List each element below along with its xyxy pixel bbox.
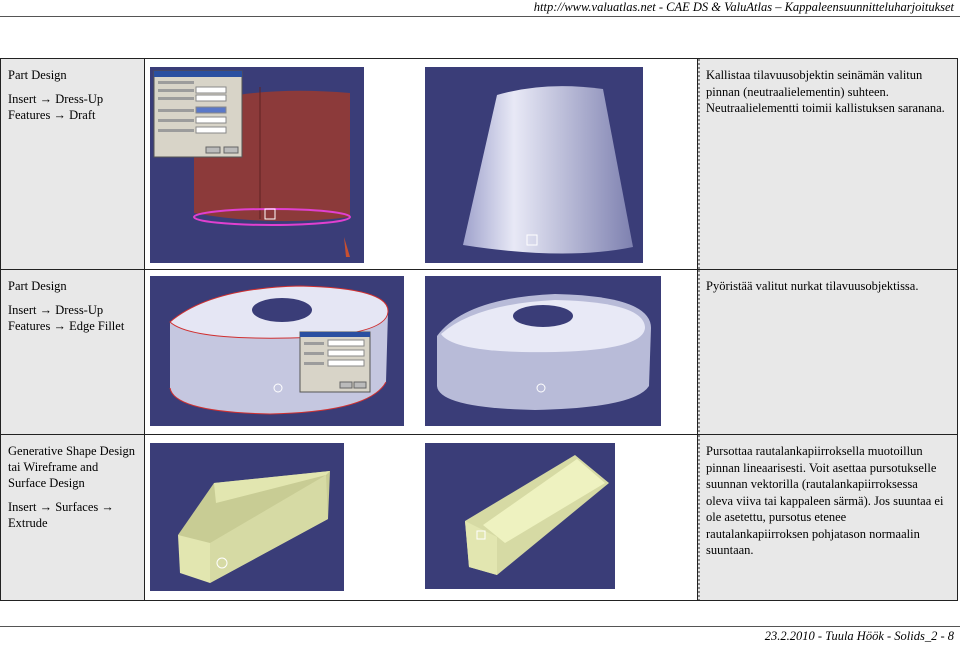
menu-path: Insert → Dress-Up Features → Edge Fillet bbox=[8, 303, 125, 333]
description-text: Pyöristää valitut nurkat tilavuusobjekti… bbox=[706, 279, 919, 293]
cell-images bbox=[144, 58, 698, 270]
table-row-fillet: Part Design Insert → Dress-Up Features →… bbox=[0, 269, 958, 435]
extrude-open-image bbox=[150, 443, 344, 591]
cell-description: Kallistaa tilavuusobjektin seinämän vali… bbox=[697, 58, 958, 270]
cell-command-path: Part Design Insert → Dress-Up Features →… bbox=[0, 58, 145, 270]
footer-divider bbox=[0, 626, 960, 627]
fillet-dialog-image bbox=[150, 276, 404, 426]
extrude-wedge-image bbox=[425, 443, 615, 589]
workbench-label: Generative Shape Design tai Wireframe an… bbox=[8, 444, 136, 490]
draft-result-image bbox=[425, 67, 643, 263]
draft-dialog-image bbox=[150, 67, 364, 263]
description-text: Pursottaa rautalankapiirroksella muotoil… bbox=[706, 444, 944, 557]
cell-command-path: Part Design Insert → Dress-Up Features →… bbox=[0, 269, 145, 435]
cell-images bbox=[144, 434, 698, 601]
menu-path: Insert → Surfaces → Extrude bbox=[8, 500, 114, 530]
header-divider bbox=[0, 16, 960, 17]
cell-images bbox=[144, 269, 698, 435]
page-header: http://www.valuatlas.net - CAE DS & Valu… bbox=[533, 0, 954, 14]
cell-description: Pyöristää valitut nurkat tilavuusobjekti… bbox=[697, 269, 958, 435]
workbench-label: Part Design bbox=[8, 68, 67, 82]
workbench-label: Part Design bbox=[8, 279, 67, 293]
table-row-extrude: Generative Shape Design tai Wireframe an… bbox=[0, 434, 958, 601]
description-text: Kallistaa tilavuusobjektin seinämän vali… bbox=[706, 68, 945, 115]
table-row-draft: Part Design Insert → Dress-Up Features →… bbox=[0, 58, 958, 270]
cell-command-path: Generative Shape Design tai Wireframe an… bbox=[0, 434, 145, 601]
menu-path: Insert → Dress-Up Features → Draft bbox=[8, 92, 104, 122]
page-footer: 23.2.2010 - Tuula Höök - Solids_2 - 8 bbox=[764, 629, 954, 643]
cell-description: Pursottaa rautalankapiirroksella muotoil… bbox=[697, 434, 958, 601]
feature-table: Part Design Insert → Dress-Up Features →… bbox=[0, 58, 958, 601]
fillet-result-image bbox=[425, 276, 661, 426]
